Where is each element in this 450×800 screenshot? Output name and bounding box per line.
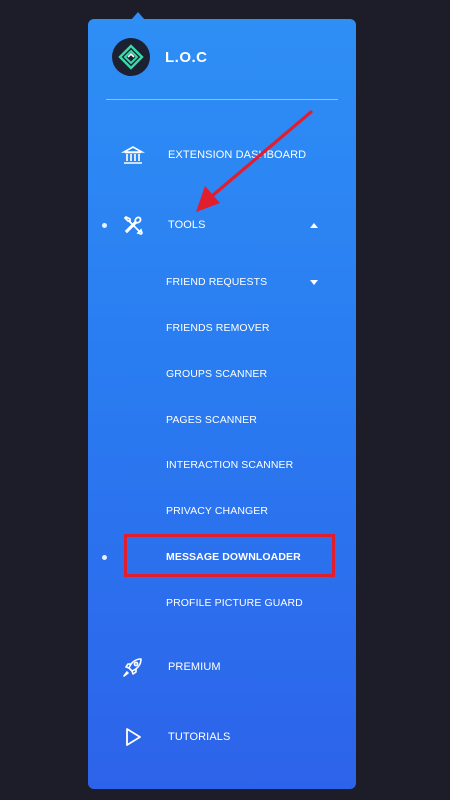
submenu-item-interaction-scanner[interactable]: INTERACTION SCANNER bbox=[88, 450, 356, 480]
menu-item-label: EXTENSION DASHBOARD bbox=[168, 149, 307, 161]
menu-item-tools[interactable]: TOOLS bbox=[88, 205, 356, 245]
menu-item-extension-dashboard[interactable]: EXTENSION DASHBOARD bbox=[88, 135, 356, 175]
menu-item-premium[interactable]: PREMIUM bbox=[88, 647, 356, 687]
submenu-item-groups-scanner[interactable]: GROUPS SCANNER bbox=[88, 359, 356, 389]
submenu-item-label: GROUPS SCANNER bbox=[166, 368, 268, 380]
brand-header[interactable]: L.O.C bbox=[112, 37, 208, 77]
divider bbox=[106, 99, 338, 100]
menu-item-label: TUTORIALS bbox=[168, 731, 231, 743]
play-icon bbox=[120, 724, 146, 750]
submenu-item-label: PROFILE PICTURE GUARD bbox=[166, 597, 303, 609]
submenu-item-label: MESSAGE DOWNLOADER bbox=[166, 551, 301, 563]
submenu-item-label: PAGES SCANNER bbox=[166, 414, 257, 426]
tools-icon bbox=[120, 212, 146, 238]
collapse-caret-icon[interactable] bbox=[310, 222, 318, 228]
menu-item-label: PREMIUM bbox=[168, 661, 221, 673]
active-item-dot bbox=[102, 554, 107, 560]
submenu-item-label: FRIEND REQUESTS bbox=[166, 276, 268, 288]
brand-name: L.O.C bbox=[165, 48, 208, 66]
expand-caret-icon[interactable] bbox=[310, 279, 318, 285]
rocket-icon bbox=[120, 654, 146, 680]
submenu-item-friends-remover[interactable]: FRIENDS REMOVER bbox=[88, 313, 356, 343]
submenu-item-label: PRIVACY CHANGER bbox=[166, 505, 269, 517]
submenu-item-label: INTERACTION SCANNER bbox=[166, 459, 294, 471]
submenu-item-message-downloader[interactable]: MESSAGE DOWNLOADER bbox=[88, 542, 356, 572]
menu-item-label: TOOLS bbox=[168, 219, 206, 231]
menu-item-tutorials[interactable]: TUTORIALS bbox=[88, 717, 356, 757]
submenu-item-label: FRIENDS REMOVER bbox=[166, 322, 270, 334]
submenu-item-pages-scanner[interactable]: PAGES SCANNER bbox=[88, 405, 356, 435]
extension-sidebar: L.O.C EXTENSION DASHBOARD TOOLS FRIEND R… bbox=[88, 19, 356, 789]
submenu-item-profile-picture-guard[interactable]: PROFILE PICTURE GUARD bbox=[88, 588, 356, 618]
active-section-dot bbox=[102, 222, 107, 228]
loc-logo-icon bbox=[112, 38, 150, 76]
submenu-item-friend-requests[interactable]: FRIEND REQUESTS bbox=[88, 267, 356, 297]
submenu-item-privacy-changer[interactable]: PRIVACY CHANGER bbox=[88, 496, 356, 526]
bank-icon bbox=[120, 142, 146, 168]
screen: L.O.C EXTENSION DASHBOARD TOOLS FRIEND R… bbox=[0, 0, 450, 800]
